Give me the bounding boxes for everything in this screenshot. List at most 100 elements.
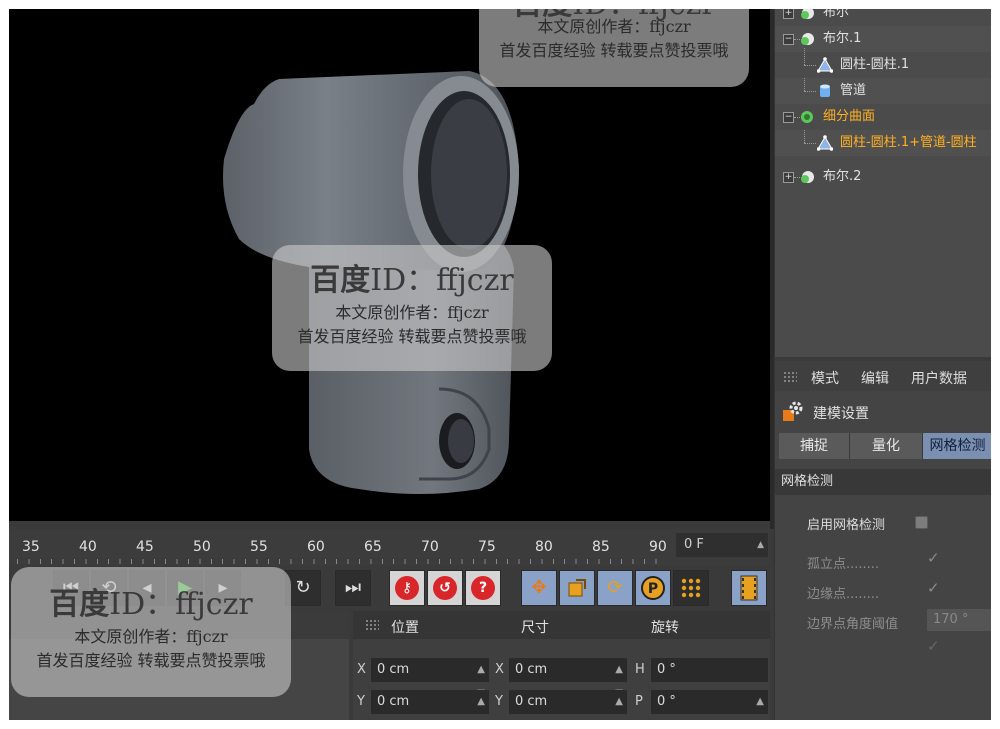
- object-label: 细分曲面: [823, 109, 876, 124]
- c4d-window: 百度ID：ffjczr 本文原创作者：ffjczr 首发百度经验 转载要点赞投票…: [9, 9, 991, 720]
- axis-label: Y: [495, 694, 503, 709]
- tick-label: 45: [136, 539, 154, 555]
- object-manager[interactable]: + 布尔 − 布尔.1 圆柱-圆柱.1 管道 − 细分曲面 圆柱-圆柱.1+管道…: [774, 9, 991, 357]
- boole-icon: [801, 33, 814, 45]
- position-key-button[interactable]: ✥: [521, 570, 557, 606]
- viewport-3d[interactable]: 百度ID：ffjczr 本文原创作者：ffjczr 首发百度经验 转载要点赞投票…: [9, 9, 770, 521]
- rotation-h-field[interactable]: 0 °: [651, 658, 768, 682]
- object-row[interactable]: − 细分曲面: [775, 104, 991, 130]
- position-x-field[interactable]: 0 cm▲▼: [371, 658, 489, 699]
- tube-icon: [820, 84, 830, 97]
- tick-label: 40: [79, 539, 97, 555]
- axis-label: X: [495, 662, 504, 677]
- point-level-button[interactable]: [673, 570, 709, 606]
- expand-toggle[interactable]: +: [783, 9, 794, 19]
- check-icon[interactable]: ✓: [927, 637, 940, 655]
- spin-arrows-icon[interactable]: ▲▼: [756, 690, 764, 720]
- auto-key-button[interactable]: ↺: [427, 570, 463, 606]
- scale-key-button[interactable]: [559, 570, 595, 606]
- attribute-title: 建模设置: [775, 397, 991, 425]
- axis-label: Y: [357, 694, 365, 709]
- axis-label: H: [635, 662, 645, 677]
- tab-quantize[interactable]: 量化: [850, 433, 923, 459]
- parameter-key-button[interactable]: P: [635, 570, 671, 606]
- watermark-center: 百度ID：ffjczr 本文原创作者：ffjczr 首发百度经验 转载要点赞投票…: [272, 245, 552, 371]
- isolated-points-label: 孤立点........: [807, 557, 880, 572]
- tick-label: 60: [307, 539, 325, 555]
- go-to-end-button[interactable]: ⏭: [335, 570, 371, 606]
- position-header: 位置: [391, 620, 419, 636]
- enable-mesh-check-checkbox[interactable]: [915, 516, 928, 529]
- object-label: 布尔.1: [823, 31, 862, 46]
- expand-toggle[interactable]: −: [783, 112, 794, 123]
- scheme-settings-button[interactable]: [731, 570, 767, 606]
- subdivision-surface-icon: [801, 111, 813, 123]
- menu-edit[interactable]: 编辑: [861, 368, 889, 388]
- object-row[interactable]: 圆柱-圆柱.1+管道-圆柱: [775, 130, 991, 156]
- boundary-angle-label: 边界点角度阈值: [807, 617, 899, 632]
- rotation-header: 旋转: [651, 620, 679, 636]
- object-label: 圆柱-圆柱.1: [840, 57, 910, 72]
- object-label: 圆柱-圆柱.1+管道-圆柱: [840, 135, 977, 150]
- attribute-manager[interactable]: 模式 编辑 用户数据 建模设置 捕捉 量化 网格检测 网格检测 启用网格检测 孤…: [774, 361, 991, 720]
- tick-label: 55: [250, 539, 268, 555]
- scale-icon: [568, 579, 586, 597]
- axis-label: X: [357, 662, 366, 677]
- attribute-tabs: 捕捉 量化 网格检测: [779, 433, 991, 459]
- coordinates-panel[interactable]: 位置 尺寸 旋转 X 0 cm▲▼ X 0 cm▲▼ H 0 ° Y 0 cm▲…: [353, 611, 770, 720]
- watermark-bottom-left: 百度ID：ffjczr 本文原创作者：ffjczr 首发百度经验 转载要点赞投票…: [11, 567, 291, 697]
- keyframe-selection-button[interactable]: ?: [465, 570, 501, 606]
- object-label: 布尔.2: [823, 169, 862, 184]
- boundary-angle-field[interactable]: 170 °: [927, 609, 991, 631]
- tick-label: 70: [421, 539, 439, 555]
- record-key-button[interactable]: ⚷: [389, 570, 425, 606]
- size-header: 尺寸: [521, 620, 549, 636]
- section-header[interactable]: 网格检测: [775, 469, 991, 495]
- size-y-field[interactable]: 0 cm▲▼: [509, 690, 627, 714]
- timeline-ruler[interactable]: 35 40 45 50 55 60 65 70 75 80 85 90: [9, 529, 770, 565]
- polygon-object-icon: [817, 57, 833, 73]
- expand-toggle[interactable]: −: [783, 34, 794, 45]
- watermark-top: 百度ID：ffjczr 本文原创作者：ffjczr 首发百度经验 转载要点赞投票…: [479, 9, 749, 87]
- position-y-field[interactable]: 0 cm▲▼: [371, 690, 489, 714]
- dots-grid-icon: [681, 578, 701, 598]
- boundary-points-label: 边缘点........: [807, 587, 880, 602]
- object-label: 管道: [840, 83, 867, 98]
- tick-label: 50: [193, 539, 211, 555]
- object-row[interactable]: 管道: [775, 78, 991, 104]
- boole-icon: [801, 171, 814, 183]
- rotation-key-button[interactable]: ⟳: [597, 570, 633, 606]
- tick-label: 65: [364, 539, 382, 555]
- size-x-field[interactable]: 0 cm▲▼: [509, 658, 627, 699]
- axis-label: P: [635, 694, 643, 709]
- menu-mode[interactable]: 模式: [811, 368, 839, 388]
- object-row[interactable]: + 布尔.2: [775, 164, 991, 190]
- enable-mesh-check-label: 启用网格检测: [807, 518, 886, 533]
- check-icon[interactable]: ✓: [927, 549, 940, 567]
- menu-user-data[interactable]: 用户数据: [911, 368, 967, 388]
- auto-key-icon: ↺: [433, 576, 457, 600]
- boole-icon: [801, 9, 814, 19]
- tick-label: 90: [649, 539, 667, 555]
- spin-arrows-icon[interactable]: ▲▼: [615, 690, 623, 720]
- modeling-settings-icon: [783, 401, 803, 421]
- attribute-menu-bar: 模式 编辑 用户数据: [775, 361, 991, 391]
- tick-label: 80: [535, 539, 553, 555]
- grip-icon[interactable]: [783, 371, 797, 383]
- object-row[interactable]: + 布尔: [775, 9, 991, 26]
- tab-snap[interactable]: 捕捉: [779, 433, 850, 459]
- tab-mesh-check[interactable]: 网格检测: [923, 433, 991, 459]
- spin-arrows-icon[interactable]: ▲▼: [477, 690, 485, 720]
- grip-icon[interactable]: [365, 619, 379, 631]
- object-row[interactable]: − 布尔.1: [775, 26, 991, 52]
- rotation-p-field[interactable]: 0 °▲▼: [651, 690, 768, 714]
- attribute-title-text: 建模设置: [813, 406, 869, 422]
- check-icon[interactable]: ✓: [927, 579, 940, 597]
- object-label: 布尔: [823, 9, 850, 20]
- current-frame-field[interactable]: 0 F ▲▼: [676, 533, 768, 574]
- polygon-object-icon: [817, 135, 833, 151]
- tick-label: 85: [592, 539, 610, 555]
- expand-toggle[interactable]: +: [783, 172, 794, 183]
- object-row[interactable]: 圆柱-圆柱.1: [775, 48, 991, 78]
- key-icon: ⚷: [395, 576, 419, 600]
